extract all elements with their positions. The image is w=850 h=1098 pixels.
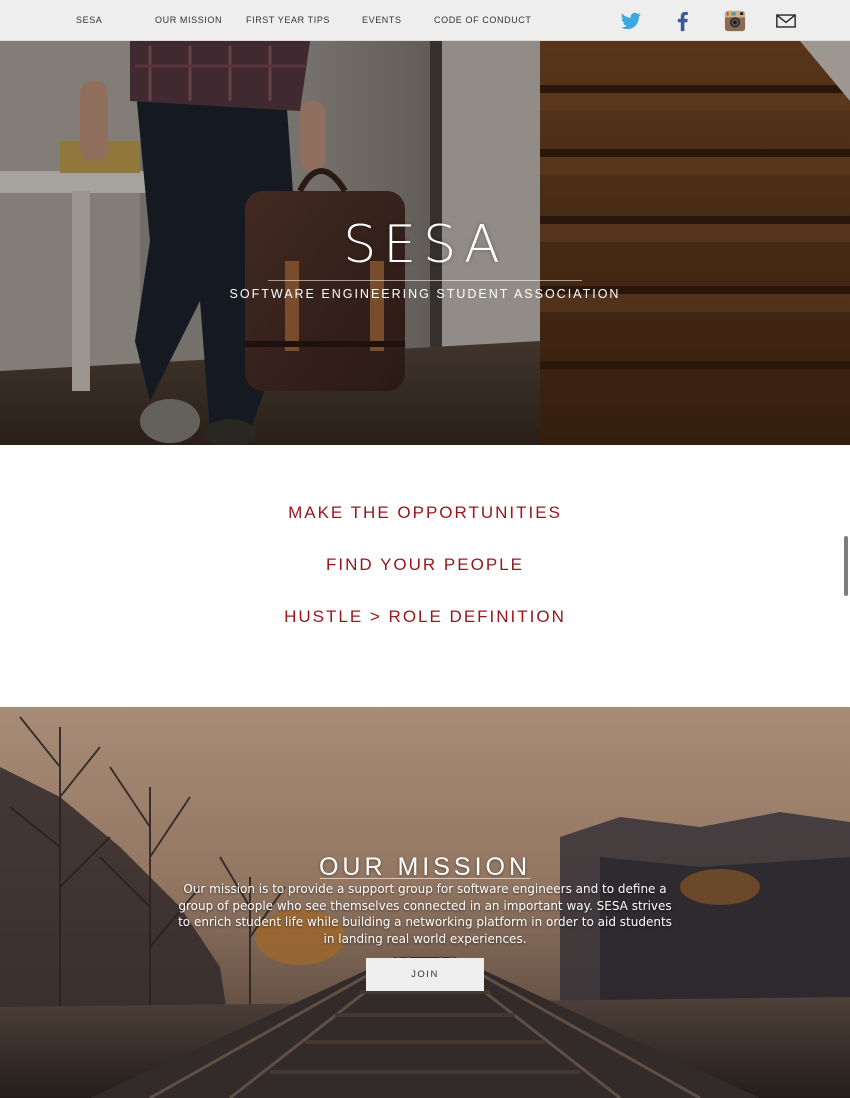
nav-link-events[interactable]: EVENTS xyxy=(362,15,402,25)
nav-link-sesa[interactable]: SESA xyxy=(76,15,102,25)
top-nav: SESA OUR MISSION FIRST YEAR TIPS EVENTS … xyxy=(0,0,850,41)
twitter-icon[interactable] xyxy=(620,10,642,32)
hero-subtitle: SOFTWARE ENGINEERING STUDENT ASSOCIATION xyxy=(229,287,621,301)
scrollbar-thumb[interactable] xyxy=(844,536,848,596)
hero-divider xyxy=(268,280,582,281)
mission-section: OUR MISSION Our mission is to provide a … xyxy=(0,707,850,1098)
join-button[interactable]: JOIN xyxy=(366,958,484,991)
tagline-hustle: HUSTLE > ROLE DEFINITION xyxy=(284,607,566,626)
facebook-icon[interactable] xyxy=(672,10,694,32)
hero-title: SESA xyxy=(343,215,507,275)
hero-section: SESA SOFTWARE ENGINEERING STUDENT ASSOCI… xyxy=(0,41,850,445)
mission-divider xyxy=(320,878,530,879)
nav-link-code-of-conduct[interactable]: CODE OF CONDUCT xyxy=(434,15,532,25)
taglines-section: MAKE THE OPPORTUNITIES FIND YOUR PEOPLE … xyxy=(0,445,850,707)
mail-icon[interactable] xyxy=(775,10,797,32)
nav-link-our-mission[interactable]: OUR MISSION xyxy=(155,15,222,25)
tagline-opportunities: MAKE THE OPPORTUNITIES xyxy=(288,503,562,522)
tagline-people: FIND YOUR PEOPLE xyxy=(326,555,524,574)
mission-description: Our mission is to provide a support grou… xyxy=(178,882,672,946)
nav-link-first-year-tips[interactable]: FIRST YEAR TIPS xyxy=(246,15,330,25)
instagram-icon[interactable] xyxy=(724,10,746,32)
